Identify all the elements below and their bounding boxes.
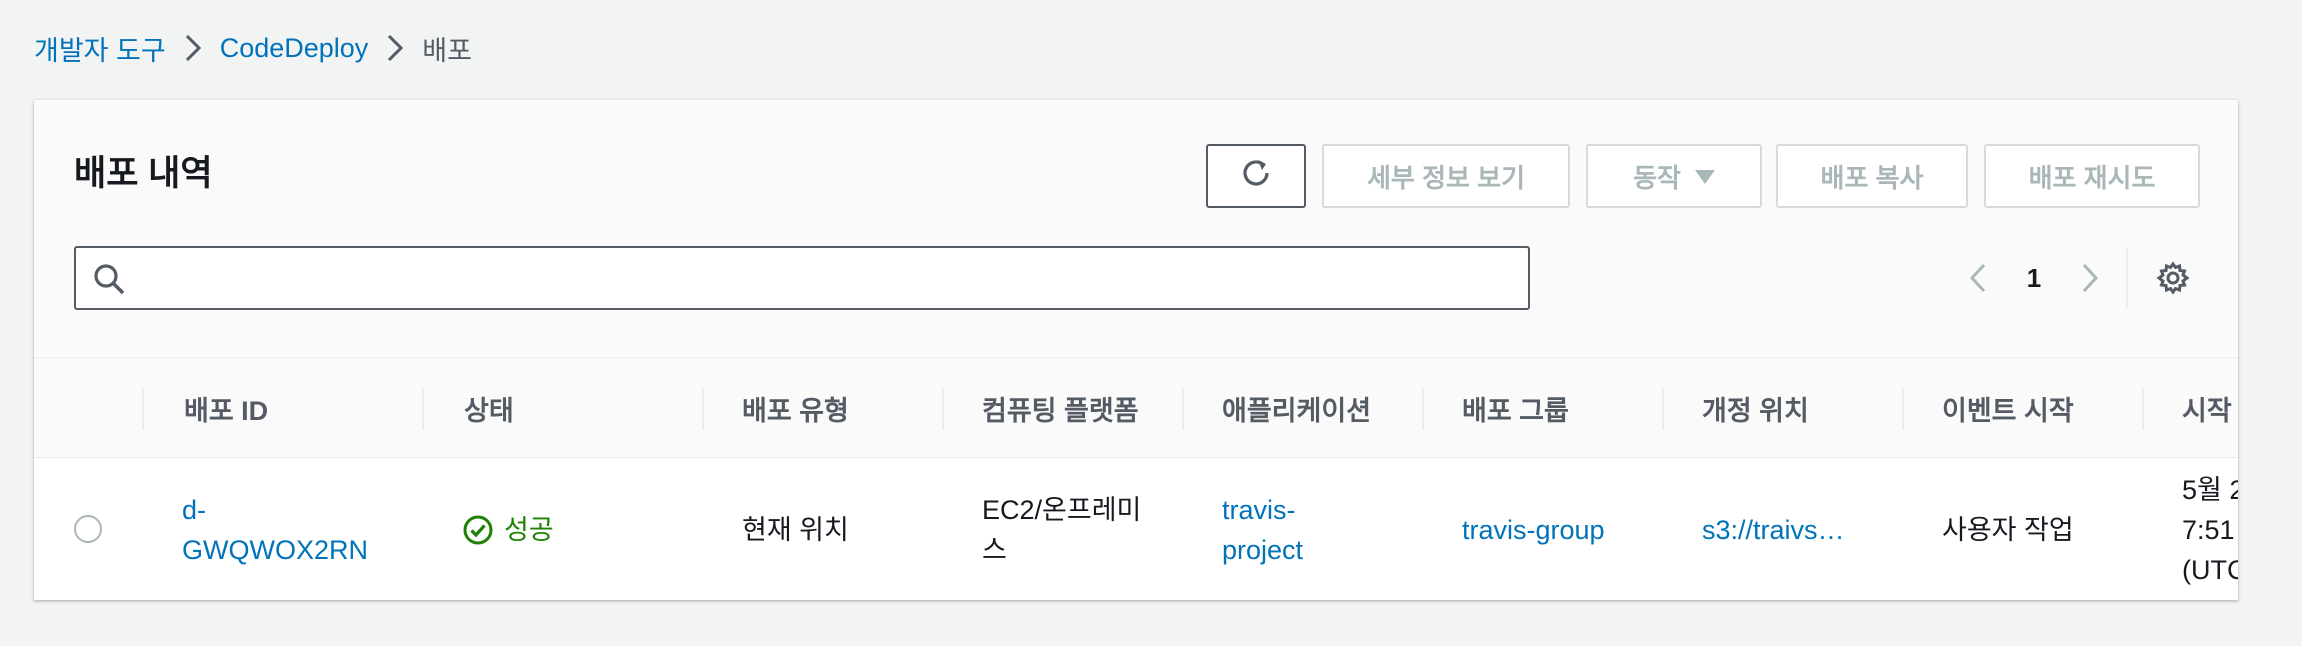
column-divider bbox=[2142, 388, 2144, 430]
column-divider bbox=[1902, 388, 1904, 430]
cell-application[interactable]: travis- project bbox=[1222, 459, 1303, 600]
refresh-icon bbox=[1239, 156, 1273, 197]
application-line2: project bbox=[1222, 534, 1304, 565]
column-divider bbox=[422, 388, 424, 430]
breadcrumb: 개발자 도구 CodeDeploy 배포 bbox=[34, 28, 472, 68]
row-select-radio[interactable] bbox=[74, 515, 102, 543]
table-header: 배포 ID 상태 배포 유형 컴퓨팅 플랫폼 애플리케이션 배포 그룹 개정 위… bbox=[34, 358, 2238, 458]
column-divider bbox=[702, 388, 704, 430]
column-header-deployment-group[interactable]: 배포 그룹 bbox=[1462, 358, 1569, 458]
gear-icon bbox=[2156, 261, 2190, 295]
refresh-button[interactable] bbox=[1206, 144, 1306, 208]
search-box bbox=[74, 246, 1530, 310]
cell-deployment-type: 현재 위치 bbox=[742, 514, 849, 545]
application-line1: travis- bbox=[1222, 494, 1296, 525]
search-icon bbox=[94, 264, 125, 295]
column-header-compute-platform[interactable]: 컴퓨팅 플랫폼 bbox=[982, 358, 1139, 458]
actions-dropdown-button[interactable]: 동작 bbox=[1586, 144, 1762, 208]
preferences-button[interactable] bbox=[2150, 250, 2196, 306]
chevron-right-icon bbox=[166, 28, 220, 68]
caret-down-icon bbox=[1694, 170, 1715, 184]
panel-header: 배포 내역 세부 정보 보기 동작 배포 복사 배포 재시도 1 bbox=[34, 100, 2238, 358]
column-header-deployment-id[interactable]: 배포 ID bbox=[184, 358, 268, 458]
chevron-left-icon bbox=[1969, 263, 1986, 293]
cell-initiating-event: 사용자 작업 bbox=[1942, 514, 2074, 545]
start-time-line3: (UTC bbox=[2182, 554, 2238, 585]
cell-start-time: 5월 2 7:51 (UTC bbox=[2182, 459, 2238, 600]
start-time-line2: 7:51 bbox=[2182, 514, 2235, 545]
column-divider bbox=[942, 388, 944, 430]
view-details-button[interactable]: 세부 정보 보기 bbox=[1322, 144, 1570, 208]
deployment-id-line2: GWQWOX2RN bbox=[182, 534, 368, 565]
column-divider bbox=[1422, 388, 1424, 430]
cell-compute-platform: EC2/온프레미 스 bbox=[982, 459, 1141, 600]
column-header-initiating-event[interactable]: 이벤트 시작 bbox=[1942, 358, 2074, 458]
breadcrumb-codedeploy[interactable]: CodeDeploy bbox=[220, 33, 369, 64]
column-divider bbox=[1662, 388, 1664, 430]
column-divider bbox=[1182, 388, 1184, 430]
pagination-divider bbox=[2126, 248, 2128, 308]
deployment-history-panel: 배포 내역 세부 정보 보기 동작 배포 복사 배포 재시도 1 배포 ID 상… bbox=[34, 100, 2238, 600]
cell-revision-location[interactable]: s3://traivs… bbox=[1702, 459, 1892, 600]
previous-page-button[interactable] bbox=[1958, 250, 1998, 306]
column-header-status[interactable]: 상태 bbox=[464, 358, 514, 458]
table-row: d- GWQWOX2RN 성공 현재 위치 EC2/온프레미 스 travis-… bbox=[34, 459, 2238, 600]
actions-label: 동작 bbox=[1633, 162, 1681, 193]
chevron-right-icon bbox=[2082, 263, 2099, 293]
retry-deployment-button[interactable]: 배포 재시도 bbox=[1984, 144, 2200, 208]
platform-line1: EC2/온프레미 bbox=[982, 494, 1142, 525]
breadcrumb-developer-tools[interactable]: 개발자 도구 bbox=[34, 29, 166, 68]
cell-deployment-id[interactable]: d- GWQWOX2RN bbox=[182, 459, 368, 600]
column-divider bbox=[142, 388, 144, 430]
column-header-deployment-type[interactable]: 배포 유형 bbox=[742, 358, 849, 458]
page-number[interactable]: 1 bbox=[2014, 250, 2054, 306]
status-text: 성공 bbox=[504, 514, 554, 545]
cell-deployment-group[interactable]: travis-group bbox=[1462, 459, 1605, 600]
start-time-line1: 5월 2 bbox=[2182, 474, 2238, 505]
success-check-icon bbox=[463, 515, 493, 544]
next-page-button[interactable] bbox=[2070, 250, 2110, 306]
column-header-start-time[interactable]: 시작 bbox=[2182, 358, 2232, 458]
search-input[interactable] bbox=[138, 254, 1518, 302]
copy-deployment-button[interactable]: 배포 복사 bbox=[1776, 144, 1968, 208]
chevron-right-icon bbox=[368, 28, 422, 68]
column-header-application[interactable]: 애플리케이션 bbox=[1222, 358, 1371, 458]
cell-status: 성공 bbox=[462, 459, 554, 600]
column-header-revision-location[interactable]: 개정 위치 bbox=[1702, 358, 1809, 458]
deployment-id-line1: d- bbox=[182, 494, 207, 525]
breadcrumb-deployments: 배포 bbox=[422, 35, 472, 66]
platform-line2: 스 bbox=[982, 534, 1007, 565]
page-title: 배포 내역 bbox=[74, 154, 213, 193]
